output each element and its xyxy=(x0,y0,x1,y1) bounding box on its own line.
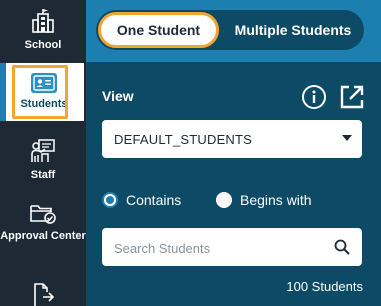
sidebar-item-approval-center[interactable]: Approval Center xyxy=(0,201,86,243)
view-label: View xyxy=(102,88,134,104)
search-field xyxy=(102,228,362,268)
main-panel: One Student Multiple Students View DEFAU… xyxy=(86,0,381,306)
search-input[interactable] xyxy=(112,228,326,268)
radio-label: Contains xyxy=(126,192,182,208)
selection-highlight xyxy=(12,65,68,119)
sidebar-item-students[interactable]: Students xyxy=(0,63,84,121)
one-student-toggle[interactable]: One Student xyxy=(98,12,219,48)
caret-down-icon xyxy=(342,135,352,141)
sidebar-item-export[interactable] xyxy=(0,282,86,306)
view-select-value: DEFAULT_STUDENTS xyxy=(114,131,253,147)
radio-begins-with[interactable]: Begins with xyxy=(216,192,312,208)
radio-contains[interactable]: Contains xyxy=(102,192,181,208)
radio-button-checked[interactable] xyxy=(102,192,118,208)
external-link-icon xyxy=(340,85,364,109)
school-building-icon xyxy=(32,9,54,33)
multiple-students-toggle[interactable]: Multiple Students xyxy=(224,12,362,48)
sidebar-item-school[interactable]: School xyxy=(0,8,86,52)
search-icon[interactable] xyxy=(334,239,350,255)
sidebar-item-label: Approval Center xyxy=(0,230,86,242)
info-icon xyxy=(302,85,326,109)
sidebar-item-label: Staff xyxy=(30,169,56,181)
document-export-icon xyxy=(34,283,55,306)
info-button[interactable] xyxy=(301,84,327,115)
result-count: 100 Students xyxy=(286,279,363,294)
open-external-button[interactable] xyxy=(339,84,365,115)
view-select[interactable]: DEFAULT_STUDENTS xyxy=(102,120,362,158)
sidebar: School Students Staff Approval Center xyxy=(0,0,86,306)
radio-label: Begins with xyxy=(240,192,312,208)
radio-button-unchecked[interactable] xyxy=(216,192,232,208)
staff-presenter-icon xyxy=(31,139,55,162)
sidebar-item-staff[interactable]: Staff xyxy=(0,138,86,182)
header-bar: One Student Multiple Students xyxy=(86,0,381,62)
selection-indicator xyxy=(0,63,6,121)
app-window: School Students Staff Approval Center On… xyxy=(0,0,381,306)
student-mode-toggle: One Student Multiple Students xyxy=(96,10,364,50)
sidebar-item-label: School xyxy=(24,39,62,51)
folder-check-icon xyxy=(30,205,56,224)
